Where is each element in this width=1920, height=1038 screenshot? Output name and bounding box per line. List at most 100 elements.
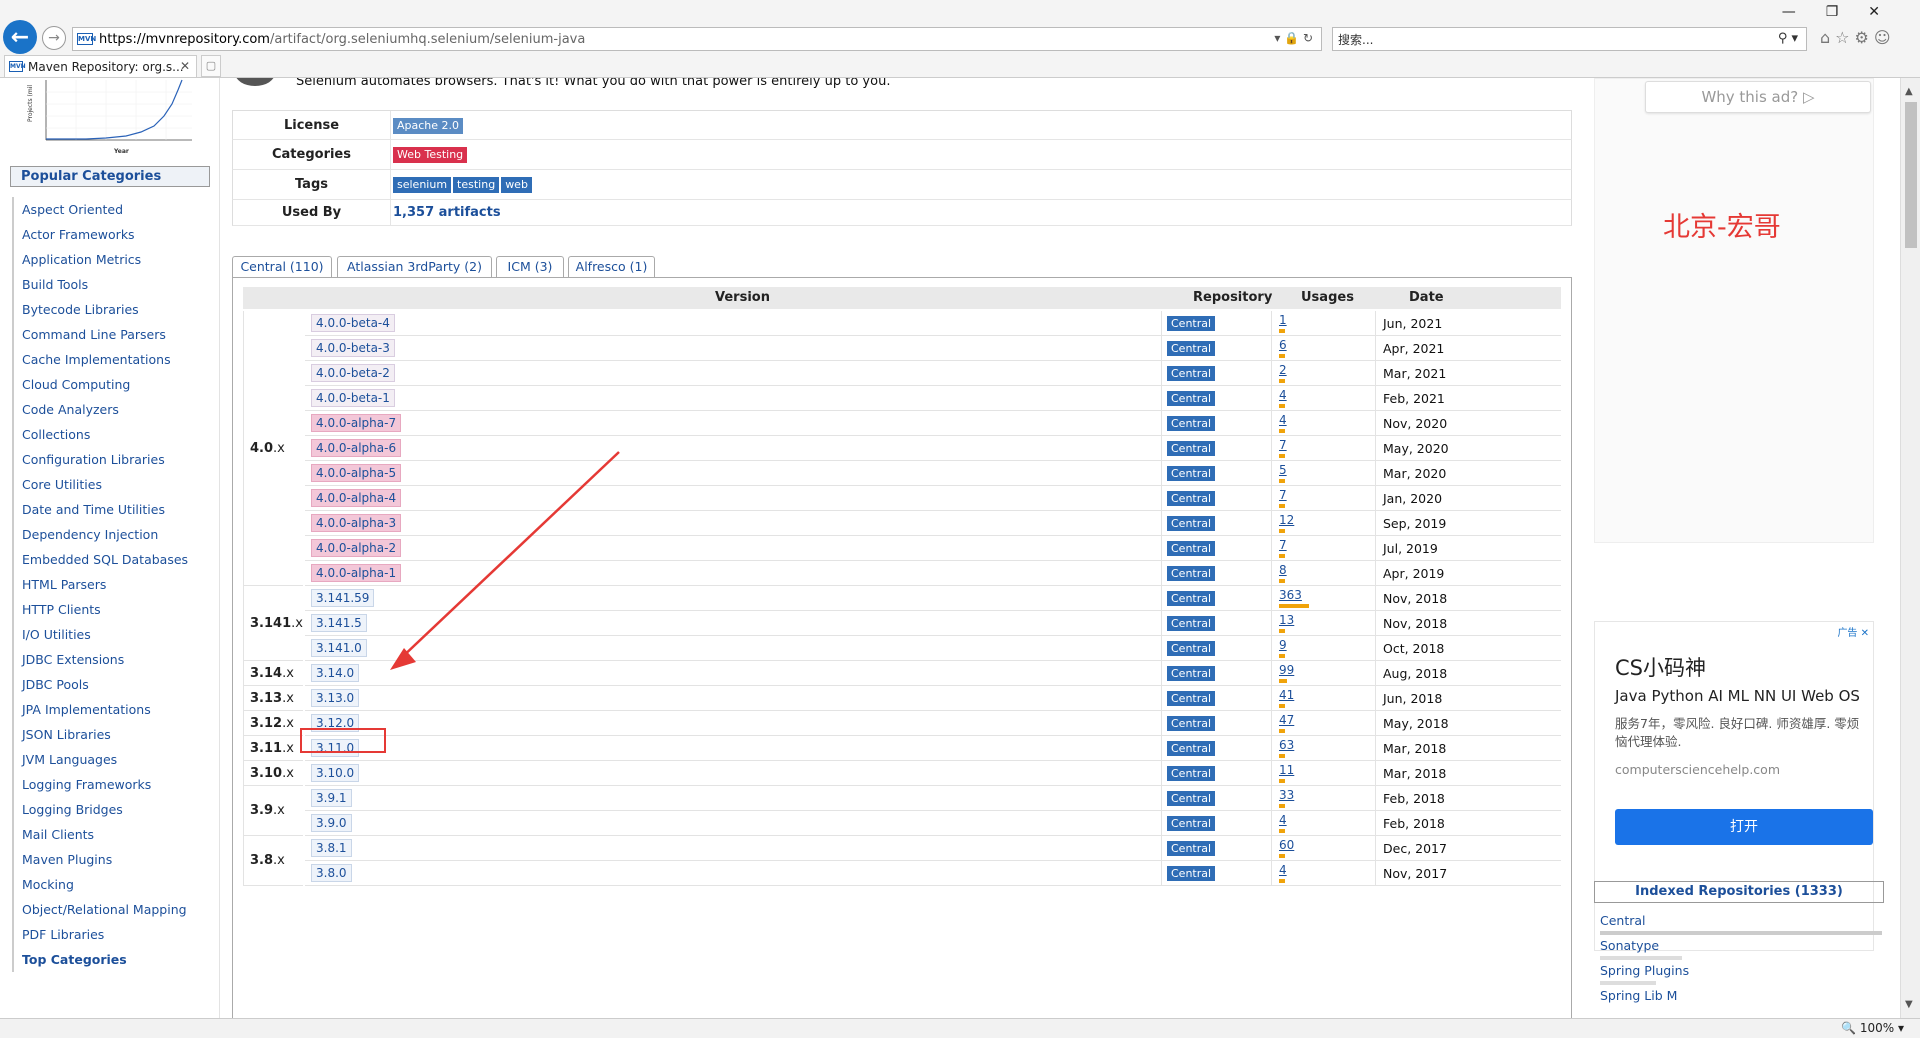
why-this-ad-button[interactable]: Why this ad? ▷ [1645, 81, 1871, 113]
version-link[interactable]: 3.141.0 [311, 639, 367, 657]
repository-badge[interactable]: Central [1167, 341, 1216, 356]
usages-link[interactable]: 8 [1279, 563, 1287, 577]
usages-link[interactable]: 1 [1279, 313, 1287, 327]
repository-badge[interactable]: Central [1167, 441, 1216, 456]
usages-link[interactable]: 33 [1279, 788, 1294, 802]
sidebar-category-link[interactable]: JVM Languages [22, 752, 117, 767]
sidebar-category-link[interactable]: Configuration Libraries [22, 452, 165, 467]
sidebar-category-link[interactable]: Core Utilities [22, 477, 102, 492]
search-icon[interactable]: ⚲ ▾ [1778, 31, 1798, 46]
sidebar-category-link[interactable]: Embedded SQL Databases [22, 552, 188, 567]
version-link[interactable]: 3.9.0 [311, 814, 352, 832]
sidebar-category-link[interactable]: PDF Libraries [22, 927, 104, 942]
sidebar-category-link[interactable]: Command Line Parsers [22, 327, 166, 342]
indexed-repositories-heading[interactable]: Indexed Repositories (1333) [1594, 881, 1884, 903]
usages-link[interactable]: 2 [1279, 363, 1287, 377]
version-link[interactable]: 4.0.0-alpha-7 [311, 414, 402, 432]
tab-atlassian[interactable]: Atlassian 3rdParty (2) [337, 256, 492, 278]
version-link[interactable]: 3.141.5 [311, 614, 367, 632]
ad-title[interactable]: CS小码神 [1615, 652, 1706, 682]
lock-refresh-icons[interactable]: ▾ 🔒 ↻ [1274, 31, 1313, 45]
toolbar-icons[interactable]: ⌂☆⚙☺ [1820, 28, 1896, 47]
zoom-level[interactable]: 🔍 100% ▾ [1841, 1021, 1904, 1035]
version-link[interactable]: 3.141.59 [311, 589, 375, 607]
usages-link[interactable]: 7 [1279, 438, 1287, 452]
sidebar-category-item[interactable]: HTML Parsers [14, 572, 210, 597]
usages-link[interactable]: 4 [1279, 413, 1287, 427]
sidebar-category-link[interactable]: HTTP Clients [22, 602, 101, 617]
sidebar-category-link[interactable]: Application Metrics [22, 252, 141, 267]
repository-badge[interactable]: Central [1167, 591, 1216, 606]
usages-link[interactable]: 13 [1279, 613, 1294, 627]
sidebar-category-link[interactable]: Build Tools [22, 277, 88, 292]
tab-alfresco[interactable]: Alfresco (1) [568, 256, 655, 278]
repository-badge[interactable]: Central [1167, 691, 1216, 706]
sidebar-category-item[interactable]: Command Line Parsers [14, 322, 210, 347]
indexed-repo-link[interactable]: Spring Lib M [1600, 988, 1677, 1003]
version-link[interactable]: 4.0.0-alpha-6 [311, 439, 402, 457]
tab-icm[interactable]: ICM (3) [496, 256, 564, 278]
repository-badge[interactable]: Central [1167, 391, 1216, 406]
repository-badge[interactable]: Central [1167, 491, 1216, 506]
usages-link[interactable]: 7 [1279, 488, 1287, 502]
scroll-down-arrow-icon[interactable]: ▼ [1905, 999, 1913, 1010]
repository-badge[interactable]: Central [1167, 816, 1216, 831]
usages-link[interactable]: 60 [1279, 838, 1294, 852]
sidebar-category-item[interactable]: I/O Utilities [14, 622, 210, 647]
usages-link[interactable]: 41 [1279, 688, 1294, 702]
sidebar-category-item[interactable]: Code Analyzers [14, 397, 210, 422]
version-link[interactable]: 4.0.0-beta-1 [311, 389, 395, 407]
sidebar-category-item[interactable]: Core Utilities [14, 472, 210, 497]
version-link[interactable]: 3.8.1 [311, 839, 352, 857]
category-chip[interactable]: Web Testing [393, 147, 468, 163]
sidebar-category-link[interactable]: Code Analyzers [22, 402, 119, 417]
sidebar-category-item[interactable]: Object/Relational Mapping [14, 897, 210, 922]
sidebar-category-item[interactable]: JVM Languages [14, 747, 210, 772]
usages-link[interactable]: 47 [1279, 713, 1294, 727]
sidebar-category-item[interactable]: Logging Frameworks [14, 772, 210, 797]
address-bar[interactable]: MVN https://mvnrepository.com/artifact/o… [72, 27, 1322, 51]
sidebar-category-item[interactable]: JSON Libraries [14, 722, 210, 747]
usages-link[interactable]: 9 [1279, 638, 1287, 652]
license-chip[interactable]: Apache 2.0 [393, 118, 464, 134]
usages-link[interactable]: 4 [1279, 388, 1287, 402]
back-arrow-icon[interactable]: ← [3, 20, 37, 54]
version-link[interactable]: 4.0.0-alpha-5 [311, 464, 402, 482]
sidebar-category-item[interactable]: Cloud Computing [14, 372, 210, 397]
version-link[interactable]: 3.14.0 [311, 664, 360, 682]
usages-link[interactable]: 363 [1279, 588, 1302, 602]
browser-tab[interactable]: MVN Maven Repository: org.s... ✕ [4, 55, 197, 77]
sidebar-category-item[interactable]: Bytecode Libraries [14, 297, 210, 322]
version-link[interactable]: 4.0.0-beta-3 [311, 339, 395, 357]
sidebar-category-link[interactable]: Date and Time Utilities [22, 502, 165, 517]
usages-link[interactable]: 4 [1279, 863, 1287, 877]
tag-chip[interactable]: selenium [393, 177, 452, 193]
sidebar-category-link[interactable]: Actor Frameworks [22, 227, 135, 242]
usages-link[interactable]: 99 [1279, 663, 1294, 677]
sidebar-category-link[interactable]: Cloud Computing [22, 377, 130, 392]
version-link[interactable]: 3.9.1 [311, 789, 352, 807]
usages-link[interactable]: 63 [1279, 738, 1294, 752]
sidebar-category-item[interactable]: PDF Libraries [14, 922, 210, 947]
version-link[interactable]: 4.0.0-alpha-2 [311, 539, 402, 557]
page-scrollbar[interactable]: ▲ ▼ [1900, 78, 1920, 1018]
version-link[interactable]: 3.10.0 [311, 764, 360, 782]
repository-badge[interactable]: Central [1167, 416, 1216, 431]
sidebar-category-link[interactable]: Maven Plugins [22, 852, 112, 867]
scroll-thumb[interactable] [1905, 102, 1917, 248]
version-link[interactable]: 3.13.0 [311, 689, 360, 707]
sidebar-category-link[interactable]: Object/Relational Mapping [22, 902, 187, 917]
window-controls[interactable]: —❐✕ [1782, 4, 1910, 20]
sidebar-category-item[interactable]: Build Tools [14, 272, 210, 297]
version-link[interactable]: 3.8.0 [311, 864, 352, 882]
sidebar-category-item[interactable]: Configuration Libraries [14, 447, 210, 472]
sidebar-category-link[interactable]: Dependency Injection [22, 527, 158, 542]
search-input[interactable]: 搜索... ⚲ ▾ [1332, 27, 1807, 51]
sidebar-category-item[interactable]: JDBC Extensions [14, 647, 210, 672]
sidebar-category-item[interactable]: Mocking [14, 872, 210, 897]
sidebar-category-link[interactable]: Aspect Oriented [22, 202, 123, 217]
sidebar-category-link[interactable]: I/O Utilities [22, 627, 91, 642]
sidebar-category-link[interactable]: HTML Parsers [22, 577, 106, 592]
sidebar-category-item[interactable]: Date and Time Utilities [14, 497, 210, 522]
repository-badge[interactable]: Central [1167, 741, 1216, 756]
